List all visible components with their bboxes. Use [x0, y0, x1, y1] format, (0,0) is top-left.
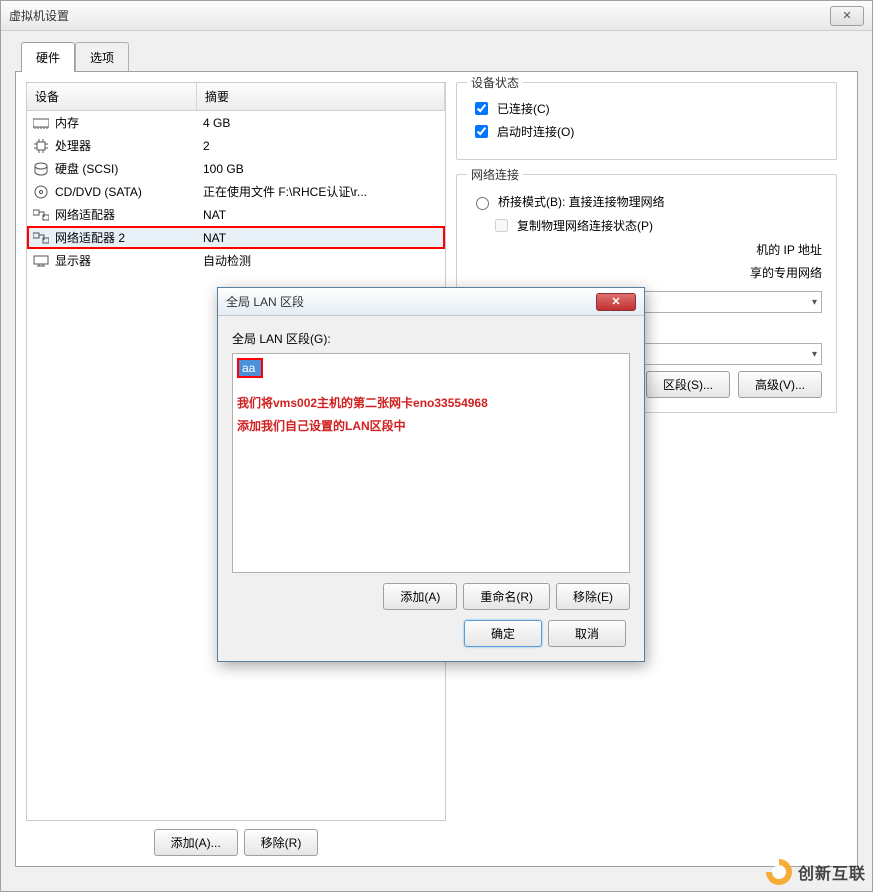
annotation-line-1: 我们将vms002主机的第二张网卡eno33554968	[237, 392, 625, 415]
lan-segment-list[interactable]: aa 我们将vms002主机的第二张网卡eno33554968 添加我们自己设置…	[232, 353, 630, 573]
table-row-network-adapter-2[interactable]: 网络适配器 2 NAT	[27, 226, 445, 249]
close-icon: ✕	[842, 9, 851, 22]
connected-checkbox[interactable]	[475, 102, 488, 115]
window-title: 虚拟机设置	[9, 7, 830, 24]
chevron-down-icon: ▾	[812, 349, 817, 360]
cancel-button[interactable]: 取消	[548, 620, 626, 647]
table-row[interactable]: 显示器 自动检测	[27, 249, 445, 272]
net-icon	[33, 208, 49, 222]
device-name: 显示器	[55, 252, 91, 269]
replicate-checkbox-row[interactable]: 复制物理网络连接状态(P)	[491, 216, 822, 235]
group-title: 设备状态	[467, 74, 523, 91]
dialog-body: 全局 LAN 区段(G): aa 我们将vms002主机的第二张网卡eno335…	[218, 316, 644, 661]
replicate-label: 复制物理网络连接状态(P)	[517, 217, 653, 234]
lan-segment-button[interactable]: 区段(S)...	[646, 371, 730, 398]
device-summary: 100 GB	[203, 162, 439, 176]
replicate-checkbox[interactable]	[495, 219, 508, 232]
bridged-label: 桥接模式(B): 直接连接物理网络	[498, 193, 665, 210]
connected-label: 已连接(C)	[497, 100, 550, 117]
bridged-radio[interactable]	[476, 197, 489, 210]
partial-text-net: 享的专用网络	[750, 264, 822, 281]
lan-add-button[interactable]: 添加(A)	[383, 583, 457, 610]
device-summary: NAT	[203, 231, 439, 245]
device-name: 硬盘 (SCSI)	[55, 160, 118, 177]
connected-checkbox-row[interactable]: 已连接(C)	[471, 99, 822, 118]
device-summary: 自动检测	[203, 252, 439, 269]
ok-button[interactable]: 确定	[464, 620, 542, 647]
add-device-button[interactable]: 添加(A)...	[154, 829, 238, 856]
group-title: 网络连接	[467, 166, 523, 183]
lan-list-label: 全局 LAN 区段(G):	[232, 330, 630, 347]
annotation-line-2: 添加我们自己设置的LAN区段中	[237, 415, 625, 438]
device-buttons: 添加(A)... 移除(R)	[26, 829, 446, 856]
vm-settings-window: 虚拟机设置 ✕ 硬件 选项 设备 摘要 内存 4 GB	[0, 0, 873, 892]
device-name: 处理器	[55, 137, 91, 154]
tab-options[interactable]: 选项	[75, 42, 129, 72]
device-summary: NAT	[203, 208, 439, 222]
annotation-text: 我们将vms002主机的第二张网卡eno33554968 添加我们自己设置的LA…	[237, 392, 625, 438]
table-row[interactable]: CD/DVD (SATA) 正在使用文件 F:\RHCE认证\r...	[27, 180, 445, 203]
partial-row-1: 机的 IP 地址	[471, 241, 822, 258]
table-row[interactable]: 处理器 2	[27, 134, 445, 157]
lan-rename-button[interactable]: 重命名(R)	[463, 583, 550, 610]
table-row[interactable]: 硬盘 (SCSI) 100 GB	[27, 157, 445, 180]
watermark-logo-icon	[766, 859, 792, 885]
device-status-group: 设备状态 已连接(C) 启动时连接(O)	[456, 82, 837, 160]
bridged-radio-row[interactable]: 桥接模式(B): 直接连接物理网络	[471, 193, 822, 210]
chevron-down-icon: ▾	[812, 297, 817, 308]
device-summary: 4 GB	[203, 116, 439, 130]
partial-row-2: 享的专用网络	[471, 264, 822, 281]
device-name: 网络适配器 2	[55, 229, 125, 246]
cd-icon	[33, 185, 49, 199]
dialog-titlebar: 全局 LAN 区段 ✕	[218, 288, 644, 316]
device-summary: 2	[203, 139, 439, 153]
device-summary: 正在使用文件 F:\RHCE认证\r...	[203, 183, 439, 200]
col-header-device[interactable]: 设备	[27, 83, 197, 110]
table-row[interactable]: 内存 4 GB	[27, 111, 445, 134]
lan-action-buttons: 添加(A) 重命名(R) 移除(E)	[232, 583, 630, 610]
device-name: 内存	[55, 114, 79, 131]
remove-device-button[interactable]: 移除(R)	[244, 829, 319, 856]
tab-hardware[interactable]: 硬件	[21, 42, 75, 72]
table-row[interactable]: 网络适配器 NAT	[27, 203, 445, 226]
col-header-summary[interactable]: 摘要	[197, 83, 445, 110]
watermark-text: 创新互联	[798, 860, 866, 884]
device-table-header: 设备 摘要	[27, 83, 445, 111]
dialog-title: 全局 LAN 区段	[226, 293, 596, 310]
cpu-icon	[33, 139, 49, 153]
lan-segment-dialog: 全局 LAN 区段 ✕ 全局 LAN 区段(G): aa 我们将vms002主机…	[217, 287, 645, 662]
lan-segment-item[interactable]: aa	[237, 358, 263, 378]
connect-on-start-checkbox[interactable]	[475, 125, 488, 138]
device-rows: 内存 4 GB 处理器 2 硬盘 (SCSI) 100 GB CD/D	[27, 111, 445, 272]
titlebar: 虚拟机设置 ✕	[1, 1, 872, 31]
watermark: 创新互联	[766, 859, 866, 885]
lan-remove-button[interactable]: 移除(E)	[556, 583, 630, 610]
net-icon	[33, 231, 49, 245]
connect-on-start-row[interactable]: 启动时连接(O)	[471, 122, 822, 141]
dialog-close-button[interactable]: ✕	[596, 293, 636, 311]
tab-strip: 硬件 选项	[21, 41, 858, 71]
dialog-buttons: 确定 取消	[232, 620, 630, 647]
advanced-button[interactable]: 高级(V)...	[738, 371, 822, 398]
device-name: CD/DVD (SATA)	[55, 185, 142, 199]
partial-text-ip: 机的 IP 地址	[756, 241, 822, 258]
disk-icon	[33, 162, 49, 176]
memory-icon	[33, 116, 49, 130]
window-close-button[interactable]: ✕	[830, 6, 864, 26]
connect-on-start-label: 启动时连接(O)	[497, 123, 574, 140]
display-icon	[33, 254, 49, 268]
device-name: 网络适配器	[55, 206, 115, 223]
close-icon: ✕	[611, 295, 620, 308]
